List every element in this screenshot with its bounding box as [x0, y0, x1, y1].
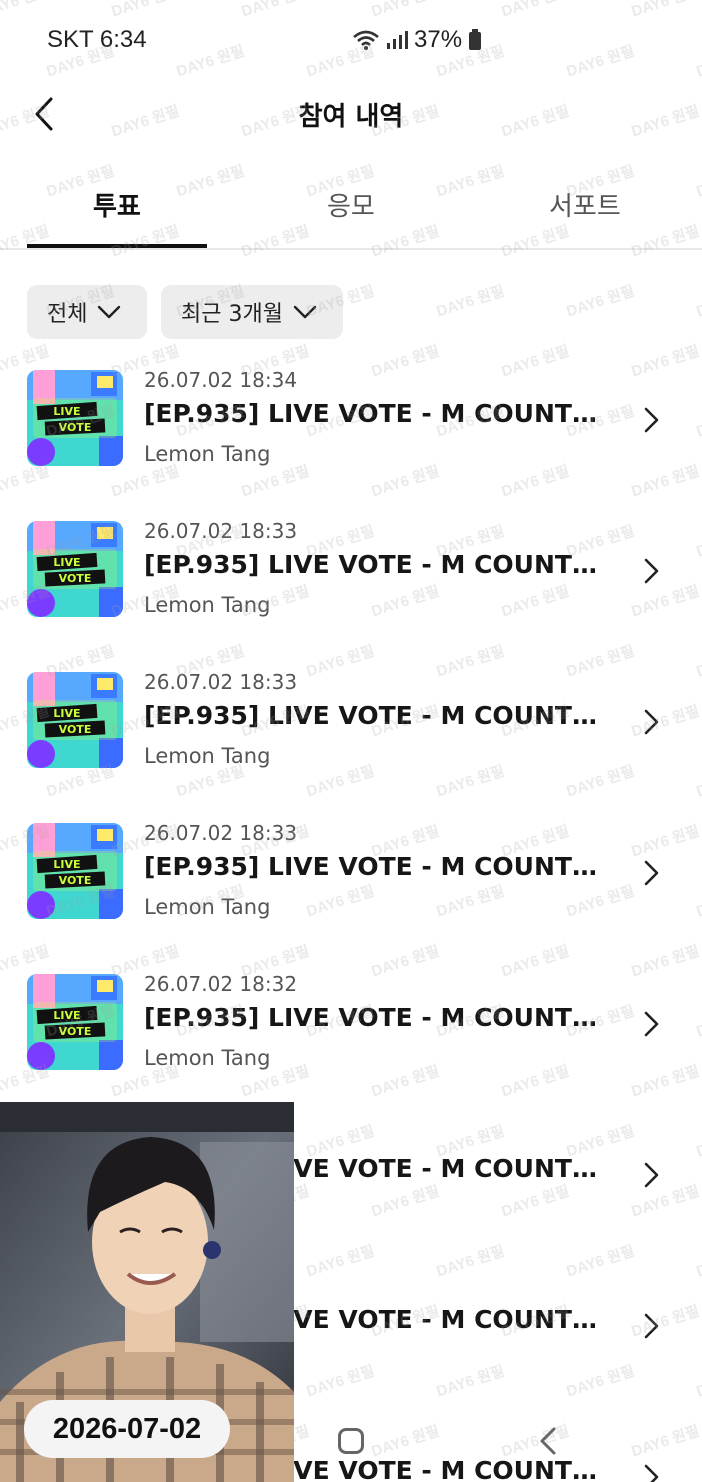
item-author: Lemon Tang — [144, 442, 271, 466]
home-icon[interactable] — [338, 1428, 364, 1454]
tab-support[interactable]: 서포트 — [549, 186, 621, 223]
list-item[interactable]: LIVE VOTE 26.07.02 18:33 [EP.935] LIVE V… — [0, 657, 702, 797]
thumbnail-live-text: LIVE — [53, 858, 80, 871]
live-vote-thumbnail: LIVE VOTE — [27, 370, 123, 466]
chevron-right-icon — [644, 709, 659, 735]
battery-icon — [469, 29, 482, 50]
item-title: [EP.935] LIVE VOTE - M COUNTDO... — [144, 852, 614, 881]
live-vote-thumbnail: LIVE VOTE — [27, 672, 123, 768]
filter-period-dropdown[interactable]: 최근 3개월 — [161, 285, 343, 339]
item-title: [EP.935] LIVE VOTE - M COUNTDO... — [144, 701, 614, 730]
item-date: 26.07.02 18:32 — [144, 972, 298, 996]
filter-all-dropdown[interactable]: 전체 — [27, 285, 147, 339]
chevron-right-icon — [644, 1313, 659, 1339]
live-vote-thumbnail: LIVE VOTE — [27, 823, 123, 919]
thumbnail-live-text: LIVE — [53, 405, 80, 418]
thumbnail-vote-text: VOTE — [59, 723, 92, 736]
live-vote-thumbnail: LIVE VOTE — [27, 521, 123, 617]
app-header: 참여 내역 — [0, 80, 702, 150]
live-vote-thumbnail: LIVE VOTE — [27, 974, 123, 1070]
item-author: Lemon Tang — [144, 744, 271, 768]
chevron-down-icon — [98, 305, 121, 319]
chevron-down-icon — [293, 305, 317, 319]
list-item[interactable]: LIVE VOTE 26.07.02 18:33 [EP.935] LIVE V… — [0, 506, 702, 646]
item-author: Lemon Tang — [144, 593, 271, 617]
signal-icon — [387, 31, 408, 49]
item-title: [EP.935] LIVE VOTE - M COUNTDO... — [144, 1003, 614, 1032]
battery-percent: 37% — [414, 26, 463, 53]
date-badge: 2026-07-02 — [24, 1400, 230, 1458]
item-title: [EP.935] LIVE VOTE - M COUNTDO... — [144, 550, 614, 579]
chevron-right-icon — [644, 1162, 659, 1188]
tab-vote[interactable]: 투표 — [93, 186, 141, 223]
thumbnail-live-text: LIVE — [53, 1009, 80, 1022]
list-item[interactable]: LIVE VOTE 26.07.02 18:33 [EP.935] LIVE V… — [0, 808, 702, 948]
filter-all-label: 전체 — [47, 302, 88, 327]
item-author: Lemon Tang — [144, 895, 271, 919]
thumbnail-live-text: LIVE — [53, 707, 80, 720]
status-bar: SKT 6:34 37% — [0, 0, 702, 80]
thumbnail-vote-text: VOTE — [59, 1025, 92, 1038]
watermark-text: DAY6 원필 — [564, 282, 637, 321]
nav-back-icon[interactable] — [536, 1426, 560, 1456]
tab-apply[interactable]: 응모 — [327, 186, 375, 223]
chevron-right-icon — [644, 860, 659, 886]
list-item[interactable]: LIVE VOTE 26.07.02 18:32 [EP.935] LIVE V… — [0, 959, 702, 1099]
chevron-right-icon — [644, 1011, 659, 1037]
item-date: 26.07.02 18:33 — [144, 670, 298, 694]
thumbnail-vote-text: VOTE — [59, 874, 92, 887]
wifi-icon — [353, 30, 379, 50]
thumbnail-vote-text: VOTE — [59, 572, 92, 585]
status-icons: 37% — [352, 26, 482, 54]
carrier-time: SKT 6:34 — [47, 26, 147, 53]
thumbnail-vote-text: VOTE — [59, 421, 92, 434]
chevron-right-icon — [644, 407, 659, 433]
watermark-text: DAY6 원필 — [434, 282, 507, 321]
filter-period-label: 최근 3개월 — [181, 302, 283, 327]
chevron-right-icon — [644, 558, 659, 584]
thumbnail-live-text: LIVE — [53, 556, 80, 569]
tab-bar: 투표 응모 서포트 — [0, 168, 702, 250]
page-title: 참여 내역 — [298, 102, 404, 132]
item-date: 26.07.02 18:33 — [144, 821, 298, 845]
watermark-text: DAY6 원필 — [694, 282, 702, 321]
item-title: [EP.935] LIVE VOTE - M COUNTDO... — [144, 399, 614, 428]
filter-row: 전체 최근 3개월 — [27, 285, 343, 339]
profile-photo-overlay: 2026-07-02 — [0, 1102, 294, 1482]
item-author: Lemon Tang — [144, 1046, 271, 1070]
item-date: 26.07.02 18:34 — [144, 368, 298, 392]
list-item[interactable]: LIVE VOTE 26.07.02 18:34 [EP.935] LIVE V… — [0, 355, 702, 495]
item-date: 26.07.02 18:33 — [144, 519, 298, 543]
tab-active-indicator — [27, 244, 207, 248]
